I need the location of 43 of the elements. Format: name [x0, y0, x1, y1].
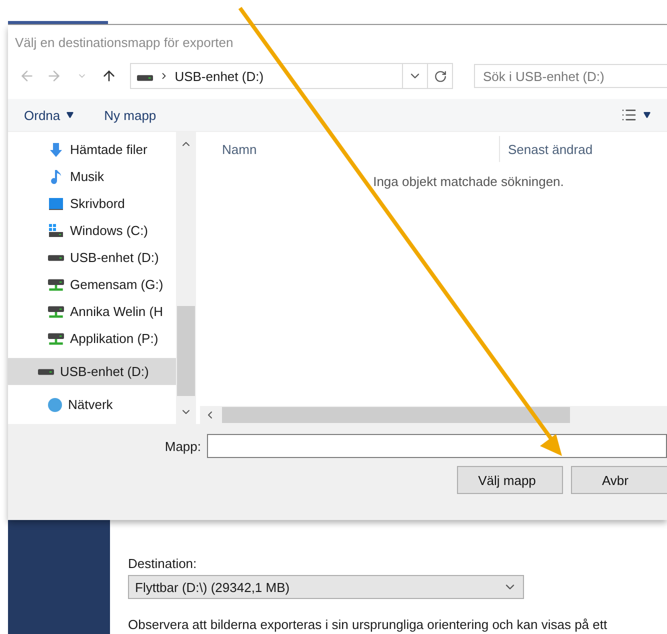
address-bar[interactable]: USB-enhet (D:)	[130, 63, 453, 89]
export-note: Observera att bilderna exporteras i sin ursprungliga orientering och kan visas på ett	[128, 617, 608, 632]
download-arrow-icon	[48, 142, 64, 158]
music-note-icon	[48, 168, 64, 184]
drive-icon	[38, 368, 54, 374]
vertical-scrollbar[interactable]	[176, 132, 196, 424]
toolbar-button[interactable]: Ny mapp	[104, 108, 156, 122]
sidebar-item[interactable]: Gemensam (G:)	[8, 271, 176, 298]
sidebar-item[interactable]: Nätverk	[8, 391, 176, 418]
caret-icon	[643, 111, 651, 119]
system-drive-icon	[48, 222, 64, 238]
folder-label: Mapp:	[164, 438, 201, 454]
horizontal-scrollbar[interactable]	[200, 406, 667, 424]
view-options-icon[interactable]	[621, 107, 637, 123]
network-drive-icon	[48, 278, 64, 290]
refresh-icon[interactable]	[434, 70, 446, 82]
column-header[interactable]: Senast ändrad	[500, 136, 593, 162]
desktop-icon	[48, 196, 64, 212]
folder-input-field[interactable]	[207, 434, 667, 458]
dialog-button[interactable]: Välj mapp	[457, 466, 563, 494]
sidebar-item[interactable]: Applikation (P:)	[8, 325, 176, 352]
network-drive-icon	[48, 306, 64, 318]
sidebar-item[interactable]: Musik	[8, 163, 176, 190]
dialog-button[interactable]: Avbr	[571, 466, 667, 494]
destination-label: Destination:	[128, 556, 198, 571]
destination-dropdown[interactable]: Flyttbar (D:\) (29342,1 MB)	[128, 575, 524, 599]
network-drive-icon	[48, 332, 64, 344]
address-path: USB-enhet (D:)	[174, 68, 265, 84]
search-field[interactable]: Sök i USB-enhet (D:)	[474, 64, 667, 88]
caret-icon	[66, 111, 74, 119]
drive-icon	[136, 74, 153, 80]
dialog-title: Välj en destinationsmapp för exporten	[14, 34, 234, 52]
sidebar-item[interactable]: Annika Welin (H	[8, 298, 176, 325]
sidebar-item[interactable]: USB-enhet (D:)	[8, 358, 176, 385]
network-globe-icon	[48, 398, 62, 412]
sidebar-item[interactable]: Hämtade filer	[8, 136, 176, 163]
empty-message: Inga objekt matchade sökningen.	[373, 174, 564, 189]
sidebar-item[interactable]: USB-enhet (D:)	[8, 244, 176, 271]
toolbar-button[interactable]: Ordna	[24, 108, 74, 122]
sidebar-item[interactable]: Windows (C:)	[8, 217, 176, 244]
column-header[interactable]: Namn	[200, 136, 500, 162]
drive-icon	[48, 254, 64, 260]
sidebar-item[interactable]: Skrivbord	[8, 190, 176, 217]
